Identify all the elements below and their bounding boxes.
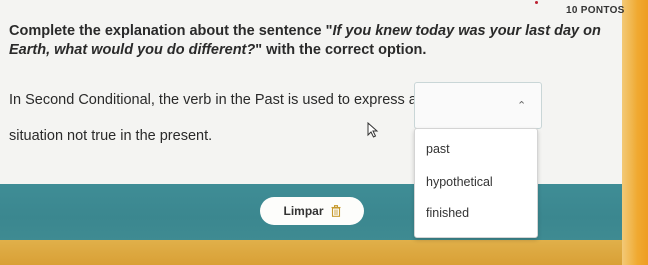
question-text: Complete the explanation about the sente… [9, 22, 609, 60]
points-label: 10 PONTOS [566, 5, 625, 16]
clear-button-label: Limpar [283, 204, 324, 218]
required-dot [535, 1, 538, 4]
dropdown-option-past[interactable]: past [426, 142, 450, 156]
clear-button[interactable]: Limpar [260, 197, 364, 225]
question-suffix: " with the correct option. [255, 42, 427, 58]
dropdown-option-hypothetical[interactable]: hypothetical [426, 175, 493, 189]
page-edge-decoration [622, 0, 648, 265]
chevron-up-icon[interactable]: ⌃ [517, 99, 526, 112]
sentence-line-1: In Second Conditional, the verb in the P… [9, 92, 417, 108]
sentence-line-2: situation not true in the present. [9, 128, 213, 144]
trash-icon [331, 205, 340, 217]
footer-bottom-stripe [0, 240, 622, 265]
question-prefix: Complete the explanation about the sente… [9, 23, 333, 39]
mouse-pointer-icon [367, 122, 379, 138]
answer-dropdown[interactable]: ⌃ [414, 82, 542, 129]
dropdown-option-finished[interactable]: finished [426, 206, 469, 220]
dropdown-options-list: past hypothetical finished [414, 128, 538, 238]
